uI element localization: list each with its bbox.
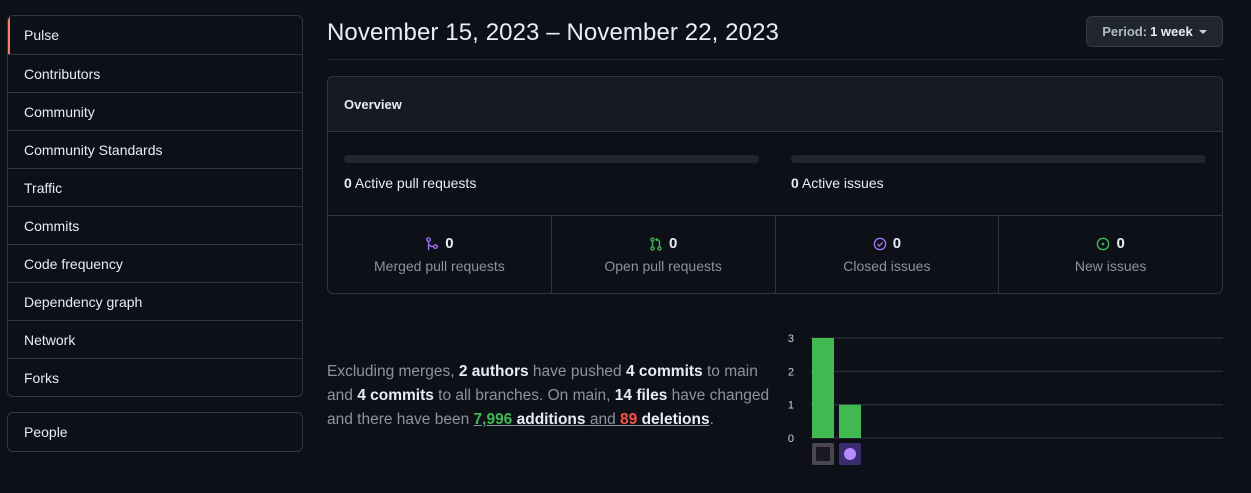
deletions-count: 89: [620, 411, 638, 428]
stat-closed-issues[interactable]: 0 Closed issues: [774, 216, 999, 293]
overview-summary: 0 Active pull requests 0 Active issues: [328, 132, 1222, 216]
pull-request-icon: [650, 236, 662, 251]
active-issues-label: Active issues: [801, 175, 884, 191]
chart-y-tick-label: 2: [788, 366, 794, 378]
stat-new-issues[interactable]: 0 New issues: [998, 216, 1222, 293]
merge-icon: [426, 236, 439, 250]
closed-issues-label: Closed issues: [843, 258, 931, 274]
chart-y-tick-label: 0: [788, 433, 794, 445]
active-pull-requests-count: 0: [344, 175, 352, 191]
summary-text: Excluding merges,: [327, 363, 455, 380]
additions-deletions-link[interactable]: 7,996 additions and 89 deletions: [474, 411, 710, 428]
merged-pull-requests-count: 0: [445, 235, 454, 252]
sidebar-item-community[interactable]: Community: [8, 92, 302, 130]
avatar-figure-icon: [816, 447, 830, 461]
sidebar-item-forks[interactable]: Forks: [8, 358, 302, 396]
sidebar-item-network[interactable]: Network: [8, 320, 302, 358]
summary-text: have pushed: [532, 363, 622, 380]
closed-issues-count: 0: [892, 235, 902, 252]
sidebar-item-code-frequency[interactable]: Code frequency: [8, 244, 302, 282]
additions-label: additions: [516, 411, 586, 428]
commit-summary: Excluding merges, 2 authors have pushed …: [327, 360, 777, 432]
period-select-button[interactable]: Period: 1 week: [1086, 16, 1223, 47]
summary-text: to all branches. On main,: [438, 387, 611, 404]
active-pull-requests-label: Active pull requests: [354, 175, 477, 191]
sidebar-item-pulse[interactable]: Pulse: [8, 16, 302, 54]
active-issues-count: 0: [791, 175, 799, 191]
sidebar-item-community-standards[interactable]: Community Standards: [8, 130, 302, 168]
new-issues-count: 0: [1116, 235, 1125, 252]
issue-opened-icon: [1097, 237, 1110, 250]
header-divider: [327, 59, 1223, 60]
new-issues-label: New issues: [1074, 258, 1147, 274]
period-value: 1 week: [1150, 24, 1193, 39]
commits-all-count: 4 commits: [357, 387, 434, 404]
avatar-glow-icon: [844, 448, 856, 460]
chart-bar[interactable]: [839, 404, 861, 438]
summary-text: and: [589, 411, 616, 428]
sidebar-item-people[interactable]: People: [8, 413, 302, 451]
sidebar-item-dependency-graph[interactable]: Dependency graph: [8, 282, 302, 320]
sidebar-people-nav: People: [7, 412, 303, 452]
overview-box: Overview 0 Active pull requests 0 Active…: [327, 76, 1223, 294]
open-pull-requests-label: Open pull requests: [604, 258, 722, 274]
stat-merged-pull-requests[interactable]: 0 Merged pull requests: [328, 216, 551, 293]
period-label: Period:: [1102, 24, 1148, 39]
chart-y-tick-label: 3: [788, 333, 794, 345]
page-title: November 15, 2023 – November 22, 2023: [327, 19, 779, 46]
open-pull-requests-count: 0: [668, 235, 678, 252]
active-issues-link[interactable]: 0 Active issues: [791, 175, 884, 191]
sidebar-item-traffic[interactable]: Traffic: [8, 168, 302, 206]
chart-bar[interactable]: [812, 338, 834, 438]
sidebar-item-contributors[interactable]: Contributors: [8, 54, 302, 92]
additions-count: 7,996: [473, 411, 513, 428]
commits-main-count: 4 commits: [626, 363, 703, 380]
deletions-label: deletions: [641, 411, 710, 428]
overview-title: Overview: [328, 77, 1222, 132]
files-changed-count: 14 files: [614, 387, 668, 404]
commits-by-author-chart: 0 1 2 3: [788, 333, 1223, 465]
overview-stats: 0 Merged pull requests 0 Open pull reque…: [328, 216, 1222, 293]
stat-open-pull-requests[interactable]: 0 Open pull requests: [550, 216, 775, 293]
sidebar-nav: Pulse Contributors Community Community S…: [7, 15, 303, 397]
chart-y-tick-label: 1: [788, 400, 794, 412]
issues-progress-bar: [791, 155, 1206, 163]
pull-requests-progress-bar: [344, 155, 759, 163]
sidebar-item-commits[interactable]: Commits: [8, 206, 302, 244]
active-pull-requests-link[interactable]: 0 Active pull requests: [344, 175, 476, 191]
summary-text: .: [709, 411, 714, 428]
caret-down-icon: [1198, 29, 1207, 34]
authors-count: 2 authors: [458, 363, 529, 380]
merged-pull-requests-label: Merged pull requests: [374, 258, 505, 274]
issue-closed-icon: [873, 237, 887, 250]
